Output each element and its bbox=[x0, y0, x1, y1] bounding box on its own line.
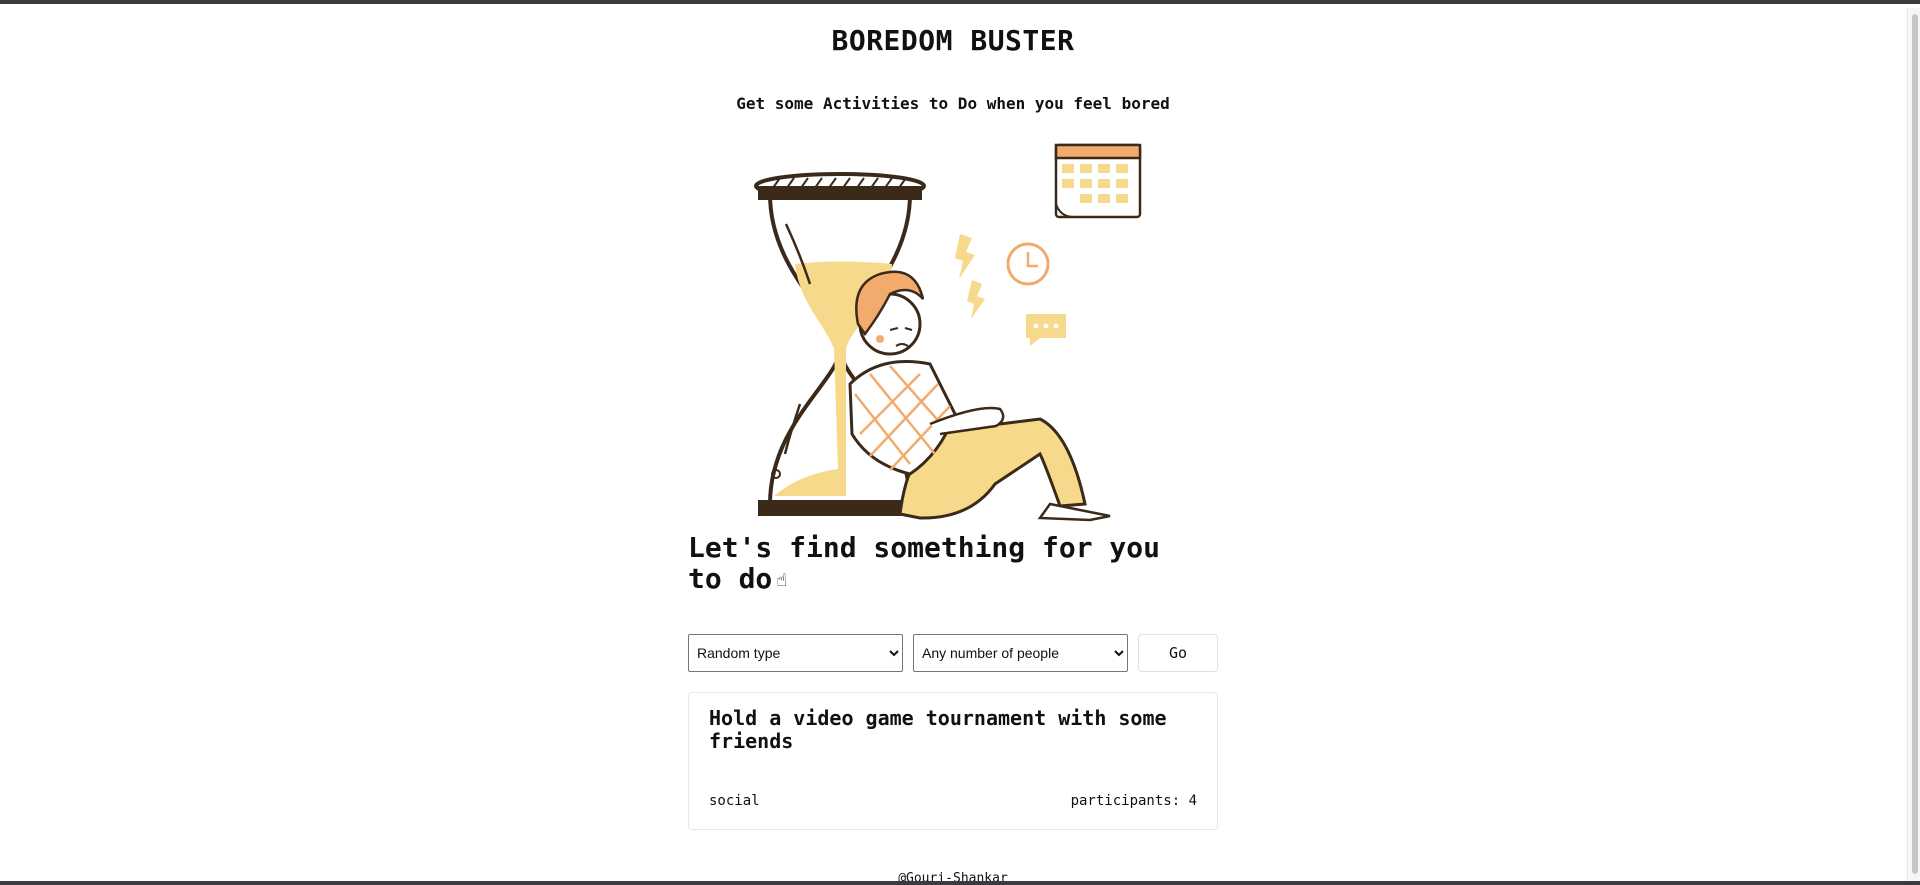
pointing-hand-icon: ☝ bbox=[776, 569, 788, 591]
go-button[interactable]: Go bbox=[1138, 634, 1218, 672]
lightning-icon bbox=[955, 234, 985, 319]
browser-window: BOREDOM BUSTER Get some Activities to Do… bbox=[0, 0, 1920, 885]
app-title: BOREDOM BUSTER bbox=[831, 24, 1075, 57]
scrollbar-thumb[interactable] bbox=[1912, 14, 1918, 874]
activity-type-label: social bbox=[709, 793, 760, 809]
activity-type-select[interactable]: Random type bbox=[688, 634, 903, 672]
bored-person-hourglass-illustration bbox=[754, 143, 1142, 522]
activity-filters: Random type Any number of people Go bbox=[688, 634, 1218, 672]
app-subtitle: Get some Activities to Do when you feel … bbox=[736, 94, 1170, 113]
activity-title: Hold a video game tournament with some f… bbox=[709, 706, 1167, 753]
window-bottom-edge bbox=[0, 881, 1920, 885]
chat-bubble-icon bbox=[1026, 314, 1066, 346]
calendar-icon bbox=[1054, 143, 1142, 219]
clock-icon bbox=[1006, 242, 1050, 286]
vertical-scrollbar[interactable] bbox=[1907, 8, 1920, 885]
participants-select[interactable]: Any number of people bbox=[913, 634, 1128, 672]
activity-card: Hold a video game tournament with some f… bbox=[688, 692, 1218, 830]
participants-count: participants: 4 bbox=[1070, 793, 1197, 809]
section-heading: Let's find something for you to do ☝ bbox=[688, 532, 1208, 596]
heading-text: Let's find something for you to do bbox=[688, 531, 1161, 595]
